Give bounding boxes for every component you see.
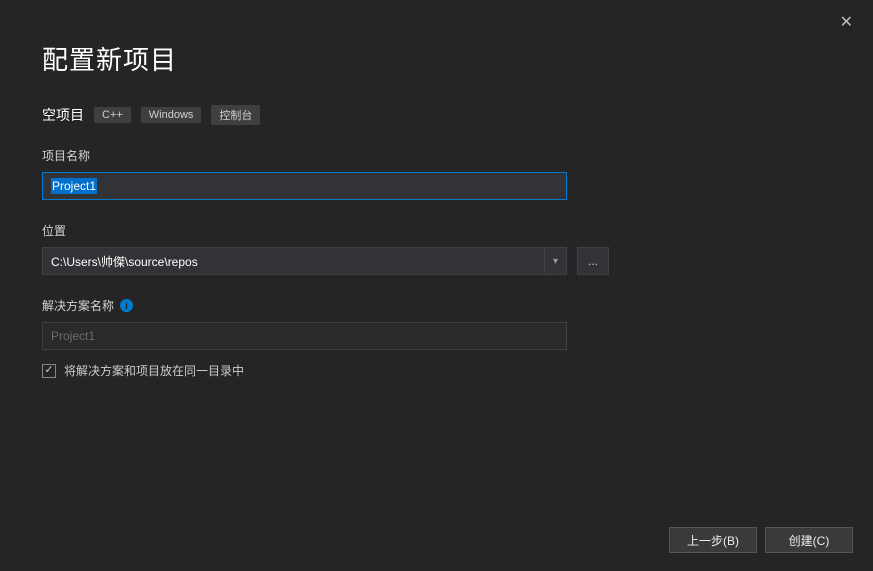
back-button[interactable]: 上一步(B) [669, 527, 757, 553]
close-symbol: ✕ [840, 14, 853, 31]
location-combo[interactable]: C:\Users\帅傑\source\repos ▾ [42, 247, 567, 275]
location-row: C:\Users\帅傑\source\repos ▾ ... [42, 247, 831, 275]
same-directory-label[interactable]: 将解决方案和项目放在同一目录中 [64, 362, 244, 379]
solution-name-field: 解决方案名称 i Project1 ✓ 将解决方案和项目放在同一目录中 [42, 297, 831, 379]
footer: 上一步(B) 创建(C) [669, 527, 853, 553]
page-title: 配置新项目 [42, 40, 831, 77]
checkmark-icon: ✓ [44, 365, 53, 376]
template-name: 空项目 [42, 105, 84, 125]
same-directory-checkbox[interactable]: ✓ [42, 364, 56, 378]
info-icon[interactable]: i [120, 299, 133, 312]
solution-name-label: 解决方案名称 i [42, 297, 831, 314]
back-button-label: 上一步(B) [687, 532, 739, 549]
template-row: 空项目 C++ Windows 控制台 [42, 105, 831, 125]
project-name-input[interactable]: Project1 [42, 172, 567, 200]
solution-name-input: Project1 [42, 322, 567, 350]
solution-name-label-text: 解决方案名称 [42, 297, 114, 314]
project-name-field: 项目名称 Project1 [42, 147, 831, 200]
dialog-content: 配置新项目 空项目 C++ Windows 控制台 项目名称 Project1 … [0, 0, 873, 379]
tag-windows: Windows [141, 107, 202, 123]
location-value: C:\Users\帅傑\source\repos [51, 253, 198, 270]
same-directory-row: ✓ 将解决方案和项目放在同一目录中 [42, 362, 831, 379]
location-label: 位置 [42, 222, 831, 239]
solution-name-placeholder: Project1 [51, 329, 95, 343]
close-icon[interactable]: ✕ [832, 8, 861, 36]
create-button-label: 创建(C) [789, 532, 830, 549]
browse-label: ... [588, 254, 598, 268]
chevron-down-icon: ▾ [544, 248, 558, 274]
tag-cpp: C++ [94, 107, 131, 123]
browse-button[interactable]: ... [577, 247, 609, 275]
project-name-value: Project1 [51, 178, 97, 194]
project-name-label: 项目名称 [42, 147, 831, 164]
create-button[interactable]: 创建(C) [765, 527, 853, 553]
location-field: 位置 C:\Users\帅傑\source\repos ▾ ... [42, 222, 831, 275]
tag-console: 控制台 [211, 105, 260, 125]
